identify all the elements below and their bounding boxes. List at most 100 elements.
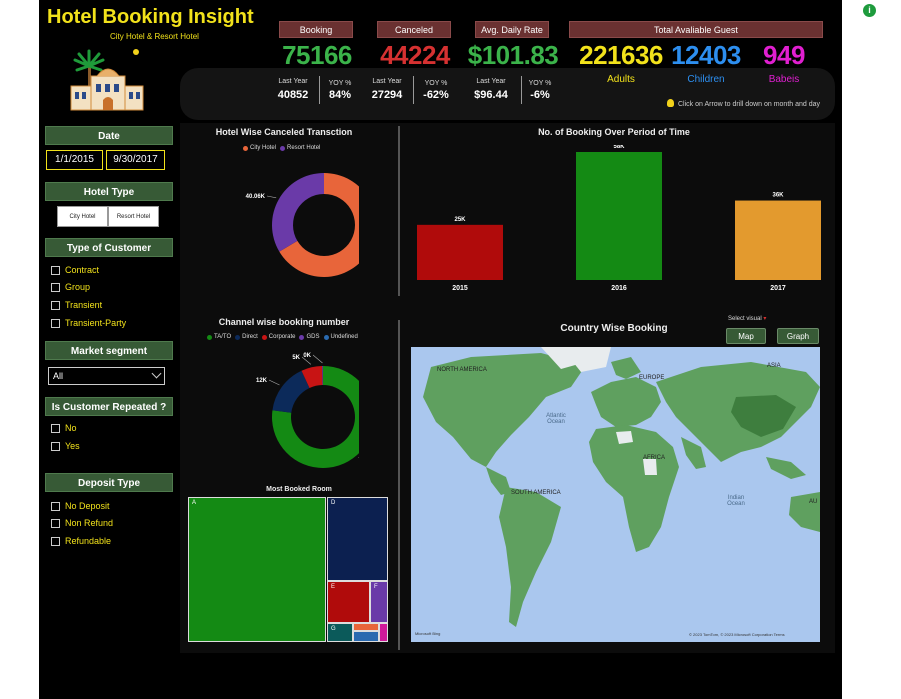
canceled-yoy-value: -62%	[423, 89, 449, 101]
babies-label: Babeis	[768, 74, 800, 85]
hotel-logo-icon	[70, 49, 144, 111]
bar-data-label: 36K	[772, 193, 784, 199]
canceled-value: 44224	[380, 40, 450, 70]
canceled-ly-label: Last Year	[372, 78, 402, 85]
transient-party-checkbox[interactable]: Transient-Party	[51, 318, 126, 328]
dropdown-value: All	[53, 371, 64, 381]
canceled-ly-value: 27294	[371, 89, 403, 101]
legend-label: City Hotel	[250, 145, 277, 151]
map-label: SOUTH AMERICA	[511, 490, 561, 496]
resort-hotel-button[interactable]: Resort Hotel	[108, 206, 159, 227]
legend-dot	[280, 145, 286, 151]
repeated-header: Is Customer Repeated ?	[45, 397, 173, 416]
map-label: AFRICA	[643, 455, 666, 461]
info-icon[interactable]: i	[863, 4, 876, 17]
dashboard: Hotel Booking Insight City Hotel & Resor…	[39, 0, 876, 699]
checkbox-icon[interactable]	[51, 518, 60, 528]
room-treemap[interactable]: A D E F G	[188, 497, 389, 642]
guests-header: Total Avaliable Guest	[569, 21, 823, 38]
treemap-cell[interactable]	[353, 623, 379, 631]
treemap-cell[interactable]	[379, 623, 388, 642]
legend-label: TA/TO	[214, 334, 232, 340]
booking-yoy-value: 84%	[328, 89, 352, 101]
data-label: 40.06K	[246, 194, 266, 200]
x-tick-label: 2015	[452, 285, 468, 292]
end-date-input[interactable]: 9/30/2017	[106, 150, 165, 170]
start-date-input[interactable]: 1/1/2015	[46, 150, 103, 170]
room-chart-title: Most Booked Room	[266, 486, 332, 493]
booking-ly-value: 40852	[277, 89, 309, 101]
caret-down-icon: ▾	[763, 316, 767, 322]
checkbox-icon[interactable]	[51, 300, 60, 310]
booking-bar-chart[interactable]: 25K 2015 58K 2016 36K 2017	[409, 145, 829, 295]
adr-ly-label: Last Year	[476, 78, 506, 85]
legend-dot	[261, 334, 267, 340]
city-hotel-button[interactable]: City Hotel	[57, 206, 108, 227]
divider	[521, 76, 522, 104]
repeated-yes-checkbox[interactable]: Yes	[51, 441, 80, 451]
bar-data-label: 58K	[613, 145, 625, 150]
non-refund-checkbox[interactable]: Non Refund	[51, 518, 113, 528]
checkbox-icon[interactable]	[51, 318, 60, 328]
treemap-cell-f[interactable]: F	[370, 581, 388, 623]
world-map[interactable]: NORTH AMERICA EUROPE ASIA AFRICA SOUTH A…	[411, 347, 820, 642]
canceled-header: Canceled	[377, 21, 451, 38]
hotel-type-header: Hotel Type	[45, 182, 173, 201]
booking-ly-label: Last Year	[278, 78, 308, 85]
contract-checkbox[interactable]: Contract	[51, 265, 99, 275]
map-label: Atlantic Ocean	[546, 413, 566, 425]
adr-yoy-label: YOY %	[528, 80, 552, 87]
repeated-no-checkbox[interactable]: No	[51, 423, 77, 433]
customer-type-header: Type of Customer	[45, 238, 173, 257]
data-label: 5K	[292, 355, 300, 361]
page-title: Hotel Booking Insight	[47, 6, 254, 28]
cancel-legend: City Hotel Resort Hotel	[239, 145, 320, 151]
graph-button[interactable]: Graph	[777, 328, 819, 344]
data-label: 0K	[303, 353, 311, 359]
map-button[interactable]: Map	[726, 328, 766, 344]
legend-label: Direct	[242, 334, 258, 340]
checkbox-icon[interactable]	[51, 536, 60, 546]
treemap-cell-e[interactable]: E	[327, 581, 370, 623]
divider	[398, 320, 400, 650]
donut-slice[interactable]	[272, 370, 310, 413]
transient-checkbox[interactable]: Transient	[51, 300, 102, 310]
checkbox-icon[interactable]	[51, 423, 60, 433]
select-visual-text: Select visual	[728, 316, 762, 322]
bar[interactable]	[417, 224, 503, 280]
canceled-yoy-label: YOY %	[424, 80, 448, 87]
babies-value: 949	[763, 40, 805, 70]
treemap-cell-a[interactable]: A	[188, 497, 326, 642]
treemap-cell-d[interactable]: D	[327, 497, 388, 581]
legend-label: Undefined	[330, 334, 358, 340]
children-value: 12403	[671, 40, 741, 70]
checkbox-icon[interactable]	[51, 501, 60, 511]
bing-logo: Microsoft Bing	[415, 631, 441, 636]
checkbox-icon[interactable]	[51, 265, 60, 275]
lightbulb-icon	[667, 99, 674, 107]
adults-label: Adults	[607, 74, 635, 85]
adr-value: $101.83	[467, 40, 559, 70]
cancel-donut-chart[interactable]: 79.33K40.06K	[219, 160, 359, 290]
map-label: ASIA	[767, 363, 781, 369]
group-checkbox[interactable]: Group	[51, 282, 90, 292]
checkbox-icon[interactable]	[51, 441, 60, 451]
treemap-cell-g[interactable]: G	[327, 623, 353, 642]
channel-donut-chart[interactable]: 58K12K5K0K	[219, 345, 359, 470]
treemap-cell[interactable]	[353, 631, 379, 642]
donut-slice[interactable]	[272, 173, 324, 252]
data-label: 12K	[256, 378, 268, 384]
date-filter-header: Date	[45, 126, 173, 145]
page-subtitle: City Hotel & Resort Hotel	[110, 32, 199, 41]
checkbox-icon[interactable]	[51, 282, 60, 292]
bar[interactable]	[735, 200, 821, 280]
map-label: AU	[809, 499, 818, 505]
divider	[413, 76, 414, 104]
no-deposit-checkbox[interactable]: No Deposit	[51, 501, 110, 511]
checkbox-label: Transient-Party	[65, 318, 127, 328]
market-segment-header: Market segment	[45, 341, 173, 360]
bar[interactable]	[576, 152, 662, 280]
market-segment-dropdown[interactable]: All	[48, 367, 165, 385]
refundable-checkbox[interactable]: Refundable	[51, 536, 111, 546]
map-attribution[interactable]: © 2023 TomTom, © 2023 Microsoft Corporat…	[689, 632, 785, 637]
